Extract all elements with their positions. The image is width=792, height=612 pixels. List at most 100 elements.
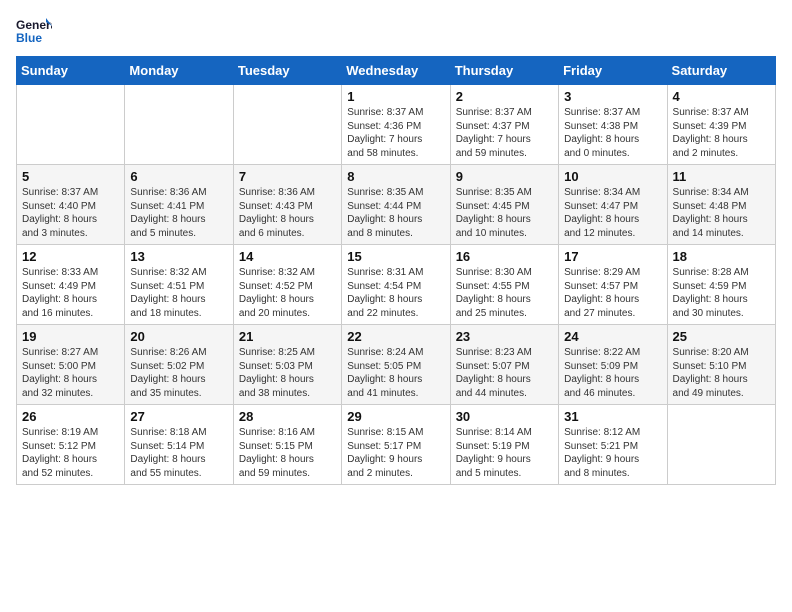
day-number: 5 — [22, 169, 119, 184]
calendar-cell: 20 Sunrise: 8:26 AM Sunset: 5:02 PM Dayli… — [125, 325, 233, 405]
calendar-cell: 1 Sunrise: 8:37 AM Sunset: 4:36 PM Daylig… — [342, 85, 450, 165]
calendar-cell: 27 Sunrise: 8:18 AM Sunset: 5:14 PM Dayli… — [125, 405, 233, 485]
calendar-cell: 4 Sunrise: 8:37 AM Sunset: 4:39 PM Daylig… — [667, 85, 775, 165]
day-number: 27 — [130, 409, 227, 424]
calendar-cell — [233, 85, 341, 165]
day-number: 26 — [22, 409, 119, 424]
day-number: 12 — [22, 249, 119, 264]
day-number: 3 — [564, 89, 661, 104]
calendar-cell: 10 Sunrise: 8:34 AM Sunset: 4:47 PM Dayli… — [559, 165, 667, 245]
calendar-cell: 22Sunrise: 8:24 AM Sunset: 5:05 PM Dayli… — [342, 325, 450, 405]
calendar-cell: 25 Sunrise: 8:20 AM Sunset: 5:10 PM Dayli… — [667, 325, 775, 405]
day-number: 6 — [130, 169, 227, 184]
day-number: 24 — [564, 329, 661, 344]
day-number: 29 — [347, 409, 444, 424]
calendar-cell: 24 Sunrise: 8:22 AM Sunset: 5:09 PM Dayli… — [559, 325, 667, 405]
day-info: Sunrise: 8:37 AM Sunset: 4:39 PM Dayligh… — [673, 106, 770, 160]
logo-icon: General Blue — [16, 16, 52, 44]
calendar-cell: 15 Sunrise: 8:31 AM Sunset: 4:54 PM Dayli… — [342, 245, 450, 325]
calendar-cell: 7 Sunrise: 8:36 AM Sunset: 4:43 PM Daylig… — [233, 165, 341, 245]
day-info: Sunrise: 8:32 AM Sunset: 4:51 PM Dayligh… — [130, 266, 227, 320]
day-info: Sunrise: 8:15 AM Sunset: 5:17 PM Dayligh… — [347, 426, 444, 480]
day-number: 1 — [347, 89, 444, 104]
days-of-week-row: SundayMondayTuesdayWednesdayThursdayFrid… — [17, 57, 776, 85]
calendar-cell: 18Sunrise: 8:28 AM Sunset: 4:59 PM Dayli… — [667, 245, 775, 325]
day-info: Sunrise: 8:36 AM Sunset: 4:41 PM Dayligh… — [130, 186, 227, 240]
day-of-week-header: Sunday — [17, 57, 125, 85]
day-number: 19 — [22, 329, 119, 344]
day-number: 15 — [347, 249, 444, 264]
day-number: 31 — [564, 409, 661, 424]
day-number: 2 — [456, 89, 553, 104]
day-info: Sunrise: 8:18 AM Sunset: 5:14 PM Dayligh… — [130, 426, 227, 480]
calendar-week-row: 5 Sunrise: 8:37 AM Sunset: 4:40 PM Daylig… — [17, 165, 776, 245]
calendar-week-row: 1 Sunrise: 8:37 AM Sunset: 4:36 PM Daylig… — [17, 85, 776, 165]
day-info: Sunrise: 8:29 AM Sunset: 4:57 PM Dayligh… — [564, 266, 661, 320]
day-info: Sunrise: 8:32 AM Sunset: 4:52 PM Dayligh… — [239, 266, 336, 320]
calendar-table: SundayMondayTuesdayWednesdayThursdayFrid… — [16, 56, 776, 485]
day-info: Sunrise: 8:36 AM Sunset: 4:43 PM Dayligh… — [239, 186, 336, 240]
day-info: Sunrise: 8:34 AM Sunset: 4:47 PM Dayligh… — [564, 186, 661, 240]
day-number: 16 — [456, 249, 553, 264]
day-number: 7 — [239, 169, 336, 184]
day-number: 20 — [130, 329, 227, 344]
calendar-cell: 9Sunrise: 8:35 AM Sunset: 4:45 PM Daylig… — [450, 165, 558, 245]
day-of-week-header: Wednesday — [342, 57, 450, 85]
day-info: Sunrise: 8:30 AM Sunset: 4:55 PM Dayligh… — [456, 266, 553, 320]
calendar-cell: 19Sunrise: 8:27 AM Sunset: 5:00 PM Dayli… — [17, 325, 125, 405]
day-number: 4 — [673, 89, 770, 104]
day-info: Sunrise: 8:22 AM Sunset: 5:09 PM Dayligh… — [564, 346, 661, 400]
day-info: Sunrise: 8:37 AM Sunset: 4:36 PM Dayligh… — [347, 106, 444, 160]
calendar-cell: 16 Sunrise: 8:30 AM Sunset: 4:55 PM Dayli… — [450, 245, 558, 325]
day-number: 23 — [456, 329, 553, 344]
day-number: 14 — [239, 249, 336, 264]
day-info: Sunrise: 8:19 AM Sunset: 5:12 PM Dayligh… — [22, 426, 119, 480]
calendar-cell: 31 Sunrise: 8:12 AM Sunset: 5:21 PM Dayli… — [559, 405, 667, 485]
day-number: 30 — [456, 409, 553, 424]
day-info: Sunrise: 8:33 AM Sunset: 4:49 PM Dayligh… — [22, 266, 119, 320]
day-info: Sunrise: 8:14 AM Sunset: 5:19 PM Dayligh… — [456, 426, 553, 480]
calendar-cell: 11Sunrise: 8:34 AM Sunset: 4:48 PM Dayli… — [667, 165, 775, 245]
day-number: 25 — [673, 329, 770, 344]
day-info: Sunrise: 8:25 AM Sunset: 5:03 PM Dayligh… — [239, 346, 336, 400]
day-info: Sunrise: 8:35 AM Sunset: 4:45 PM Dayligh… — [456, 186, 553, 240]
day-of-week-header: Friday — [559, 57, 667, 85]
calendar-cell: 5 Sunrise: 8:37 AM Sunset: 4:40 PM Daylig… — [17, 165, 125, 245]
day-info: Sunrise: 8:31 AM Sunset: 4:54 PM Dayligh… — [347, 266, 444, 320]
day-number: 22 — [347, 329, 444, 344]
day-number: 18 — [673, 249, 770, 264]
day-number: 13 — [130, 249, 227, 264]
calendar-cell: 8Sunrise: 8:35 AM Sunset: 4:44 PM Daylig… — [342, 165, 450, 245]
day-info: Sunrise: 8:37 AM Sunset: 4:37 PM Dayligh… — [456, 106, 553, 160]
calendar-week-row: 26 Sunrise: 8:19 AM Sunset: 5:12 PM Dayli… — [17, 405, 776, 485]
calendar-cell: 17 Sunrise: 8:29 AM Sunset: 4:57 PM Dayli… — [559, 245, 667, 325]
day-info: Sunrise: 8:37 AM Sunset: 4:40 PM Dayligh… — [22, 186, 119, 240]
day-of-week-header: Tuesday — [233, 57, 341, 85]
day-info: Sunrise: 8:12 AM Sunset: 5:21 PM Dayligh… — [564, 426, 661, 480]
day-of-week-header: Saturday — [667, 57, 775, 85]
calendar-cell: 29 Sunrise: 8:15 AM Sunset: 5:17 PM Dayli… — [342, 405, 450, 485]
calendar-cell: 21 Sunrise: 8:25 AM Sunset: 5:03 PM Dayli… — [233, 325, 341, 405]
calendar-cell: 3 Sunrise: 8:37 AM Sunset: 4:38 PM Daylig… — [559, 85, 667, 165]
page-header: General Blue — [16, 16, 776, 44]
calendar-cell: 13 Sunrise: 8:32 AM Sunset: 4:51 PM Dayli… — [125, 245, 233, 325]
day-number: 28 — [239, 409, 336, 424]
day-info: Sunrise: 8:35 AM Sunset: 4:44 PM Dayligh… — [347, 186, 444, 240]
day-info: Sunrise: 8:26 AM Sunset: 5:02 PM Dayligh… — [130, 346, 227, 400]
day-number: 21 — [239, 329, 336, 344]
day-info: Sunrise: 8:16 AM Sunset: 5:15 PM Dayligh… — [239, 426, 336, 480]
calendar-cell: 14 Sunrise: 8:32 AM Sunset: 4:52 PM Dayli… — [233, 245, 341, 325]
calendar-cell: 12 Sunrise: 8:33 AM Sunset: 4:49 PM Dayli… — [17, 245, 125, 325]
calendar-cell: 2 Sunrise: 8:37 AM Sunset: 4:37 PM Daylig… — [450, 85, 558, 165]
calendar-cell — [125, 85, 233, 165]
day-number: 17 — [564, 249, 661, 264]
day-info: Sunrise: 8:20 AM Sunset: 5:10 PM Dayligh… — [673, 346, 770, 400]
day-info: Sunrise: 8:23 AM Sunset: 5:07 PM Dayligh… — [456, 346, 553, 400]
day-number: 10 — [564, 169, 661, 184]
calendar-cell: 23 Sunrise: 8:23 AM Sunset: 5:07 PM Dayli… — [450, 325, 558, 405]
day-info: Sunrise: 8:37 AM Sunset: 4:38 PM Dayligh… — [564, 106, 661, 160]
calendar-cell: 28 Sunrise: 8:16 AM Sunset: 5:15 PM Dayli… — [233, 405, 341, 485]
day-of-week-header: Monday — [125, 57, 233, 85]
calendar-week-row: 19Sunrise: 8:27 AM Sunset: 5:00 PM Dayli… — [17, 325, 776, 405]
day-info: Sunrise: 8:34 AM Sunset: 4:48 PM Dayligh… — [673, 186, 770, 240]
